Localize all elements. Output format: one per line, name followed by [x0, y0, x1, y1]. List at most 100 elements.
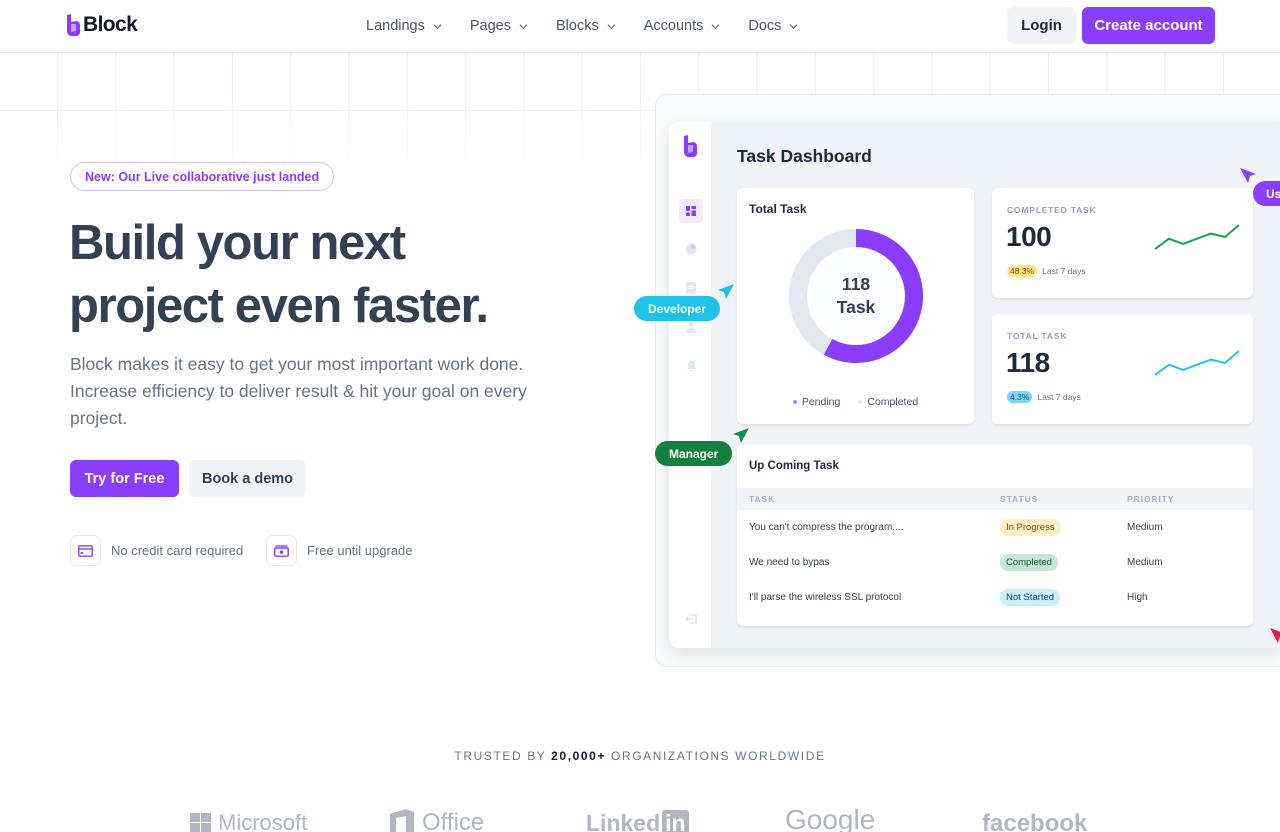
stat-label: COMPLETED TASK [1007, 205, 1097, 215]
donut-unit: Task [836, 297, 876, 317]
stat-meta: 48.3% Last 7 days [1007, 265, 1086, 277]
logout-icon[interactable] [679, 607, 703, 631]
task-name: You can't compress the program.... [749, 522, 904, 533]
pie-chart-icon[interactable] [679, 237, 703, 261]
priority: High [1127, 592, 1148, 603]
dashboard-title: Task Dashboard [737, 146, 872, 166]
main-nav: Landings Pages Blocks Accounts Docs [366, 0, 826, 52]
task-name: We need to bypas [749, 557, 830, 568]
try-for-free-button[interactable]: Try for Free [70, 460, 179, 497]
total-sparkline [1154, 350, 1240, 376]
cursor-arrow-developer-icon [718, 284, 734, 299]
nav-label: Pages [469, 18, 511, 34]
nav-label: Landings [366, 18, 425, 34]
brand-office: Office [388, 808, 484, 832]
priority: Medium [1127, 522, 1163, 533]
nav-accounts[interactable]: Accounts [644, 18, 721, 34]
cursor-arrow-manager-icon [733, 428, 749, 443]
status-cell: Completed [1000, 545, 1058, 580]
brand-logo[interactable]: Block [66, 13, 138, 37]
block-logo-icon [684, 135, 697, 157]
nav-label: Blocks [555, 18, 599, 34]
book-demo-button[interactable]: Book a demo [189, 460, 306, 497]
stat-label: TOTAL TASK [1007, 331, 1068, 341]
brand-name: Microsoft [218, 810, 308, 832]
nav-landings[interactable]: Landings [366, 18, 442, 34]
office-logo-icon [390, 809, 414, 832]
chevron-down-icon [607, 23, 616, 29]
card-title: Total Task [749, 202, 807, 216]
trusted-prefix: TRUSTED BY [454, 749, 552, 763]
stat-meta: 4.3% Last 7 days [1007, 391, 1081, 403]
donut-legend: Pending Completed [737, 396, 974, 408]
status-badge: Completed [1000, 554, 1058, 571]
chevron-down-icon [789, 23, 798, 29]
brand-facebook: facebook [982, 810, 1087, 832]
priority: Medium [1127, 557, 1163, 568]
stat-change-badge: 48.3% [1007, 265, 1038, 277]
trusted-suffix: ORGANIZATIONS WORLDWIDE [606, 749, 826, 763]
column-priority: PRIORITY [1127, 494, 1175, 504]
total-task-stat-card: TOTAL TASK 118 4.3% Last 7 days [992, 314, 1253, 424]
table-row[interactable]: I'll parse the wireless SSL protocol Not… [737, 580, 1253, 615]
sparkline-path [1154, 350, 1240, 376]
donut-value: 118 [841, 274, 871, 294]
stat-value: 100 [1006, 221, 1052, 252]
column-status: STATUS [1000, 494, 1039, 504]
bell-icon[interactable] [679, 354, 703, 378]
cursor-tag-developer: Developer [634, 296, 721, 321]
upcoming-task-card: Up Coming Task TASK STATUS PRIORITY You … [737, 445, 1253, 626]
cursor-tag-user: Us [1253, 181, 1280, 206]
legend-completed: Completed [858, 396, 918, 408]
table-row[interactable]: We need to bypas Completed Medium [737, 545, 1253, 580]
microsoft-logo-icon [190, 813, 211, 832]
credit-card-icon [70, 535, 101, 566]
task-name: I'll parse the wireless SSL protocol [749, 592, 902, 603]
brand-name: Linked [586, 810, 661, 832]
stat-period: Last 7 days [1037, 392, 1081, 402]
status-cell: In Progress [1000, 510, 1061, 545]
legend-dot [858, 400, 863, 405]
legend-label: Completed [867, 396, 919, 408]
hero-title-line2: project even faster. [69, 279, 489, 333]
brand-name: Office [422, 809, 485, 832]
brand-name: Google [785, 804, 876, 832]
stat-change-badge: 4.3% [1007, 391, 1033, 403]
total-task-card: Total Task 118 Task Pending Completed [737, 188, 974, 424]
legend-dot [792, 400, 797, 405]
hero-title-line1: Build your next [69, 216, 406, 270]
nav-docs[interactable]: Docs [748, 18, 798, 34]
cash-icon [266, 535, 297, 566]
announcement-badge[interactable]: New: Our Live collaborative just landed [70, 162, 335, 191]
perk-free-until-upgrade: Free until upgrade [266, 535, 413, 566]
chevron-down-icon [433, 23, 442, 29]
column-task: TASK [749, 494, 776, 504]
chevron-down-icon [711, 23, 720, 29]
sparkline-path [1154, 224, 1240, 250]
status-badge: Not Started [1000, 589, 1061, 606]
create-account-button[interactable]: Create account [1082, 7, 1215, 44]
stat-value: 118 [1006, 347, 1050, 378]
nav-pages[interactable]: Pages [470, 18, 528, 34]
nav-blocks[interactable]: Blocks [556, 18, 616, 34]
brand-linkedin: Linked in [586, 810, 689, 832]
brand-google: Google [785, 804, 875, 832]
cursor-arrow-red-icon [1270, 628, 1280, 643]
login-button[interactable]: Login [1007, 7, 1076, 44]
completed-sparkline [1154, 224, 1240, 250]
perk-label: Free until upgrade [307, 543, 413, 558]
nav-label: Docs [748, 18, 782, 34]
dashboard-preview: Task Dashboard Total Task 118 Task Pendi… [669, 122, 1280, 648]
cursor-tag-manager: Manager [655, 441, 733, 466]
perk-label: No credit card required [111, 543, 244, 558]
legend-label: Pending [801, 396, 841, 408]
brand-microsoft: Microsoft [190, 810, 307, 832]
hero-title: Build your next project even faster. [69, 212, 489, 338]
brand-name: Block [83, 13, 138, 36]
nav-label: Accounts [643, 18, 704, 34]
status-badge: In Progress [1000, 519, 1061, 536]
table-row[interactable]: You can't compress the program.... In Pr… [737, 510, 1253, 545]
linkedin-in-icon: in [662, 810, 689, 832]
perk-no-credit-card: No credit card required [70, 535, 243, 566]
dashboard-icon[interactable] [679, 199, 703, 223]
